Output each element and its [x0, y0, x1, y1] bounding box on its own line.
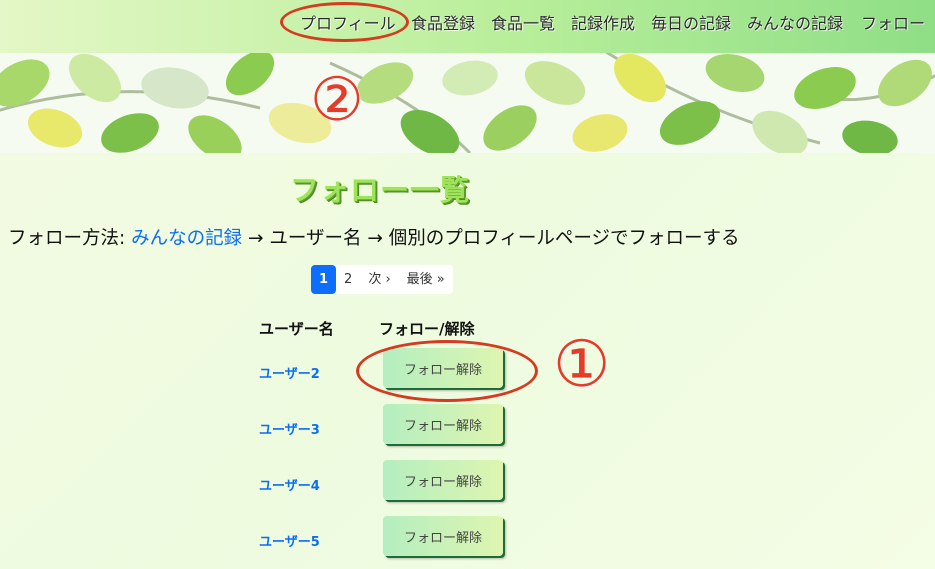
- user-link-5[interactable]: ユーザー5: [259, 531, 320, 550]
- user-link-3[interactable]: ユーザー3: [259, 419, 320, 438]
- nav-item-daily-records[interactable]: 毎日の記録: [651, 10, 731, 34]
- user-link-2[interactable]: ユーザー2: [259, 363, 320, 382]
- leaf-pattern-graphic: [0, 53, 935, 153]
- nav-item-food-register[interactable]: 食品登録: [411, 10, 475, 34]
- annotation-oval-profile: [280, 2, 409, 42]
- pagination-page-2[interactable]: 2: [336, 265, 360, 294]
- annotation-marker-2: ②: [310, 65, 364, 135]
- howto-suffix: → ユーザー名 → 個別のプロフィールページでフォローする: [242, 228, 740, 249]
- howto-everyone-records-link[interactable]: みんなの記録: [131, 228, 242, 249]
- top-navigation-bar: プロフィール 食品登録 食品一覧 記録作成 毎日の記録 みんなの記録 フォロー: [0, 0, 935, 53]
- unfollow-button-user-4[interactable]: フォロー解除: [383, 460, 503, 500]
- leaf-banner-image: ②: [0, 53, 935, 153]
- page-title: フォロー一覧: [290, 173, 471, 207]
- annotation-oval-unfollow: [356, 340, 538, 402]
- column-header-username: ユーザー名: [259, 320, 334, 338]
- pagination-next[interactable]: 次 ›: [360, 265, 398, 294]
- unfollow-button-user-5[interactable]: フォロー解除: [383, 516, 503, 556]
- nav-item-everyone-records[interactable]: みんなの記録: [747, 10, 843, 34]
- nav-item-follow[interactable]: フォロー: [861, 10, 925, 34]
- annotation-marker-1: ①: [553, 328, 611, 402]
- pagination-last[interactable]: 最後 »: [399, 265, 453, 294]
- unfollow-button-user-3[interactable]: フォロー解除: [383, 404, 503, 444]
- nav-item-create-record[interactable]: 記録作成: [571, 10, 635, 34]
- nav-item-food-list[interactable]: 食品一覧: [491, 10, 555, 34]
- follow-howto-text: フォロー方法: みんなの記録 → ユーザー名 → 個別のプロフィールページでフォ…: [8, 224, 740, 250]
- column-header-follow-toggle: フォロー/解除: [379, 320, 475, 338]
- howto-prefix: フォロー方法:: [8, 228, 132, 249]
- user-link-4[interactable]: ユーザー4: [259, 475, 320, 494]
- pagination: 1 2 次 › 最後 »: [311, 265, 453, 294]
- pagination-page-1[interactable]: 1: [311, 265, 337, 294]
